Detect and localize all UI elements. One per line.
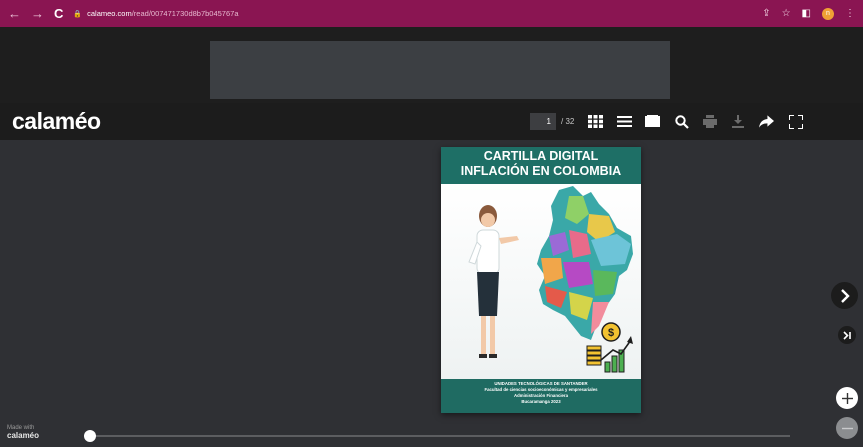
grid-icon[interactable] — [588, 114, 604, 129]
presenter-illustration — [468, 205, 519, 358]
reader-toolbar: calaméo 1 / 32 — [0, 103, 863, 140]
ad-placeholder — [210, 41, 670, 99]
last-page-button[interactable] — [838, 326, 856, 344]
side-panel-icon[interactable]: ◧ — [802, 8, 811, 19]
zoom-in-button[interactable] — [836, 387, 858, 409]
next-page-button[interactable] — [831, 282, 858, 309]
print-icon[interactable] — [702, 114, 717, 129]
forward-icon[interactable]: → — [31, 6, 44, 21]
fullscreen-icon[interactable] — [788, 114, 803, 129]
svg-text:$: $ — [608, 327, 614, 339]
made-with-brand: calaméo — [7, 431, 40, 440]
browser-toolbar: ← → C 🔒 calameo.com /read/007471730d8b7b… — [0, 0, 863, 27]
reload-icon[interactable]: C — [54, 6, 63, 21]
share-icon[interactable] — [759, 114, 775, 129]
browser-menu-icon[interactable]: ⋮ — [845, 8, 855, 19]
viewer-area — [0, 140, 863, 447]
document-cover[interactable]: CARTILLA DIGITAL INFLACIÓN EN COLOMBIA $… — [441, 147, 641, 413]
list-icon[interactable] — [617, 114, 633, 129]
made-with-badge[interactable]: Made with calaméo — [7, 425, 40, 440]
cover-footer-line: Bucaramanga 2023 — [521, 399, 561, 404]
share-page-icon[interactable]: ⇪ — [762, 8, 770, 19]
cover-footer: UNIDADES TECNOLÓGICAS DE SANTANDER Facul… — [441, 379, 641, 413]
cover-header: CARTILLA DIGITAL INFLACIÓN EN COLOMBIA — [441, 147, 641, 184]
bookmark-star-icon[interactable]: ☆ — [782, 8, 791, 19]
profile-avatar[interactable]: n — [822, 7, 834, 20]
calameo-logo[interactable]: calaméo — [12, 108, 101, 135]
search-icon[interactable] — [674, 114, 689, 129]
page-slider-track[interactable] — [90, 435, 790, 437]
cover-title-line2: INFLACIÓN EN COLOMBIA — [460, 164, 622, 178]
cover-title-line1: CARTILLA DIGITAL — [483, 149, 599, 163]
book-icon[interactable] — [645, 114, 661, 129]
page-number-input[interactable]: 1 — [530, 113, 556, 130]
zoom-out-button[interactable] — [836, 417, 858, 439]
address-bar[interactable]: 🔒 calameo.com /read/007471730d8b7b045767… — [73, 9, 238, 18]
url-host: calameo.com — [87, 9, 132, 18]
url-path: /read/007471730d8b7b045767a — [131, 9, 239, 18]
cover-illustration: $ — [441, 184, 641, 379]
page-total: / 32 — [561, 117, 575, 126]
page-slider-handle[interactable] — [84, 430, 96, 442]
download-icon[interactable] — [730, 114, 745, 129]
back-icon[interactable]: ← — [8, 6, 21, 21]
lock-icon: 🔒 — [73, 10, 83, 18]
colombia-map-image — [537, 186, 633, 340]
